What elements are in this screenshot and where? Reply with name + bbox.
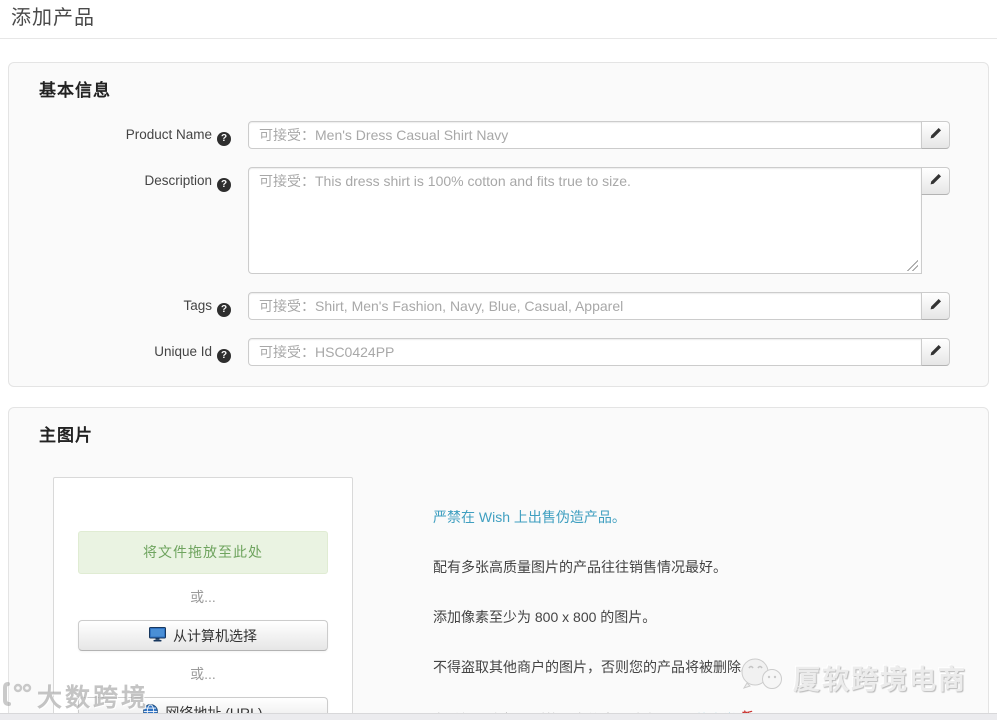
- or-separator: 或...: [190, 589, 216, 605]
- pencil-icon: [929, 173, 942, 189]
- description-textarea[interactable]: [248, 167, 922, 274]
- unique-id-input[interactable]: [248, 338, 922, 366]
- unique-id-edit-button[interactable]: [921, 338, 950, 366]
- bottom-content-strip: [0, 713, 997, 720]
- tip-no-stealing: 不得盗取其他商户的图片，否则您的产品将被删除。: [433, 659, 755, 675]
- basic-info-panel: 基本信息 Product Name? Description?: [8, 62, 989, 387]
- help-icon[interactable]: ?: [217, 178, 231, 192]
- add-product-page: 添加产品 基本信息 Product Name? Description?: [0, 0, 997, 720]
- tags-label-cell: Tags?: [31, 292, 231, 317]
- description-row: Description?: [31, 167, 968, 274]
- choose-from-computer-label: 从计算机选择: [173, 627, 257, 644]
- tags-label: Tags: [183, 298, 212, 313]
- pencil-icon: [929, 127, 942, 143]
- help-icon[interactable]: ?: [217, 303, 231, 317]
- main-image-content: 将文件拖放至此处 或... 从计算机选择 或... 网络地址 (URL) 严禁在…: [31, 477, 968, 720]
- tags-edit-button[interactable]: [921, 292, 950, 320]
- tags-row: Tags?: [31, 292, 968, 320]
- monitor-icon: [149, 626, 166, 645]
- product-name-input[interactable]: [248, 121, 922, 149]
- page-title: 添加产品: [11, 7, 95, 29]
- description-label-cell: Description?: [31, 167, 231, 192]
- product-name-label: Product Name: [125, 127, 212, 142]
- file-dropzone[interactable]: 将文件拖放至此处: [78, 531, 328, 574]
- title-divider: [0, 38, 997, 39]
- choose-from-computer-button[interactable]: 从计算机选择: [78, 620, 328, 651]
- main-image-panel: 主图片 将文件拖放至此处 或... 从计算机选择 或... 网络地址 (URL)…: [8, 407, 989, 720]
- basic-info-header: 基本信息: [39, 81, 111, 100]
- pencil-icon: [929, 344, 942, 360]
- product-name-input-group: [248, 121, 950, 149]
- tip-min-resolution: 添加像素至少为 800 x 800 的图片。: [433, 609, 657, 625]
- product-name-row: Product Name?: [31, 121, 968, 149]
- tip-counterfeit: 严禁在 Wish 上出售伪造产品。: [433, 507, 968, 527]
- image-upload-card: 将文件拖放至此处 或... 从计算机选择 或... 网络地址 (URL): [53, 477, 353, 720]
- unique-id-label-cell: Unique Id?: [31, 338, 231, 363]
- unique-id-label: Unique Id: [154, 344, 212, 359]
- or-separator: 或...: [190, 666, 216, 682]
- textarea-resize-handle[interactable]: [907, 260, 918, 271]
- description-input-group: [248, 167, 950, 274]
- help-icon[interactable]: ?: [217, 349, 231, 363]
- description-edit-button[interactable]: [921, 167, 950, 195]
- unique-id-row: Unique Id?: [31, 338, 968, 366]
- tip-quality: 配有多张高质量图片的产品往往销售情况最好。: [433, 559, 727, 575]
- unique-id-input-group: [248, 338, 950, 366]
- help-icon[interactable]: ?: [217, 132, 231, 146]
- counterfeit-policy-link[interactable]: 严禁在 Wish 上出售伪造产品。: [433, 509, 626, 525]
- image-guidelines: 严禁在 Wish 上出售伪造产品。 配有多张高质量图片的产品往往销售情况最好。 …: [433, 477, 968, 720]
- product-name-label-cell: Product Name?: [31, 121, 231, 146]
- tags-input[interactable]: [248, 292, 922, 320]
- product-name-edit-button[interactable]: [921, 121, 950, 149]
- main-image-header: 主图片: [39, 426, 93, 445]
- tags-input-group: [248, 292, 950, 320]
- pencil-icon: [929, 298, 942, 314]
- description-label: Description: [144, 173, 212, 188]
